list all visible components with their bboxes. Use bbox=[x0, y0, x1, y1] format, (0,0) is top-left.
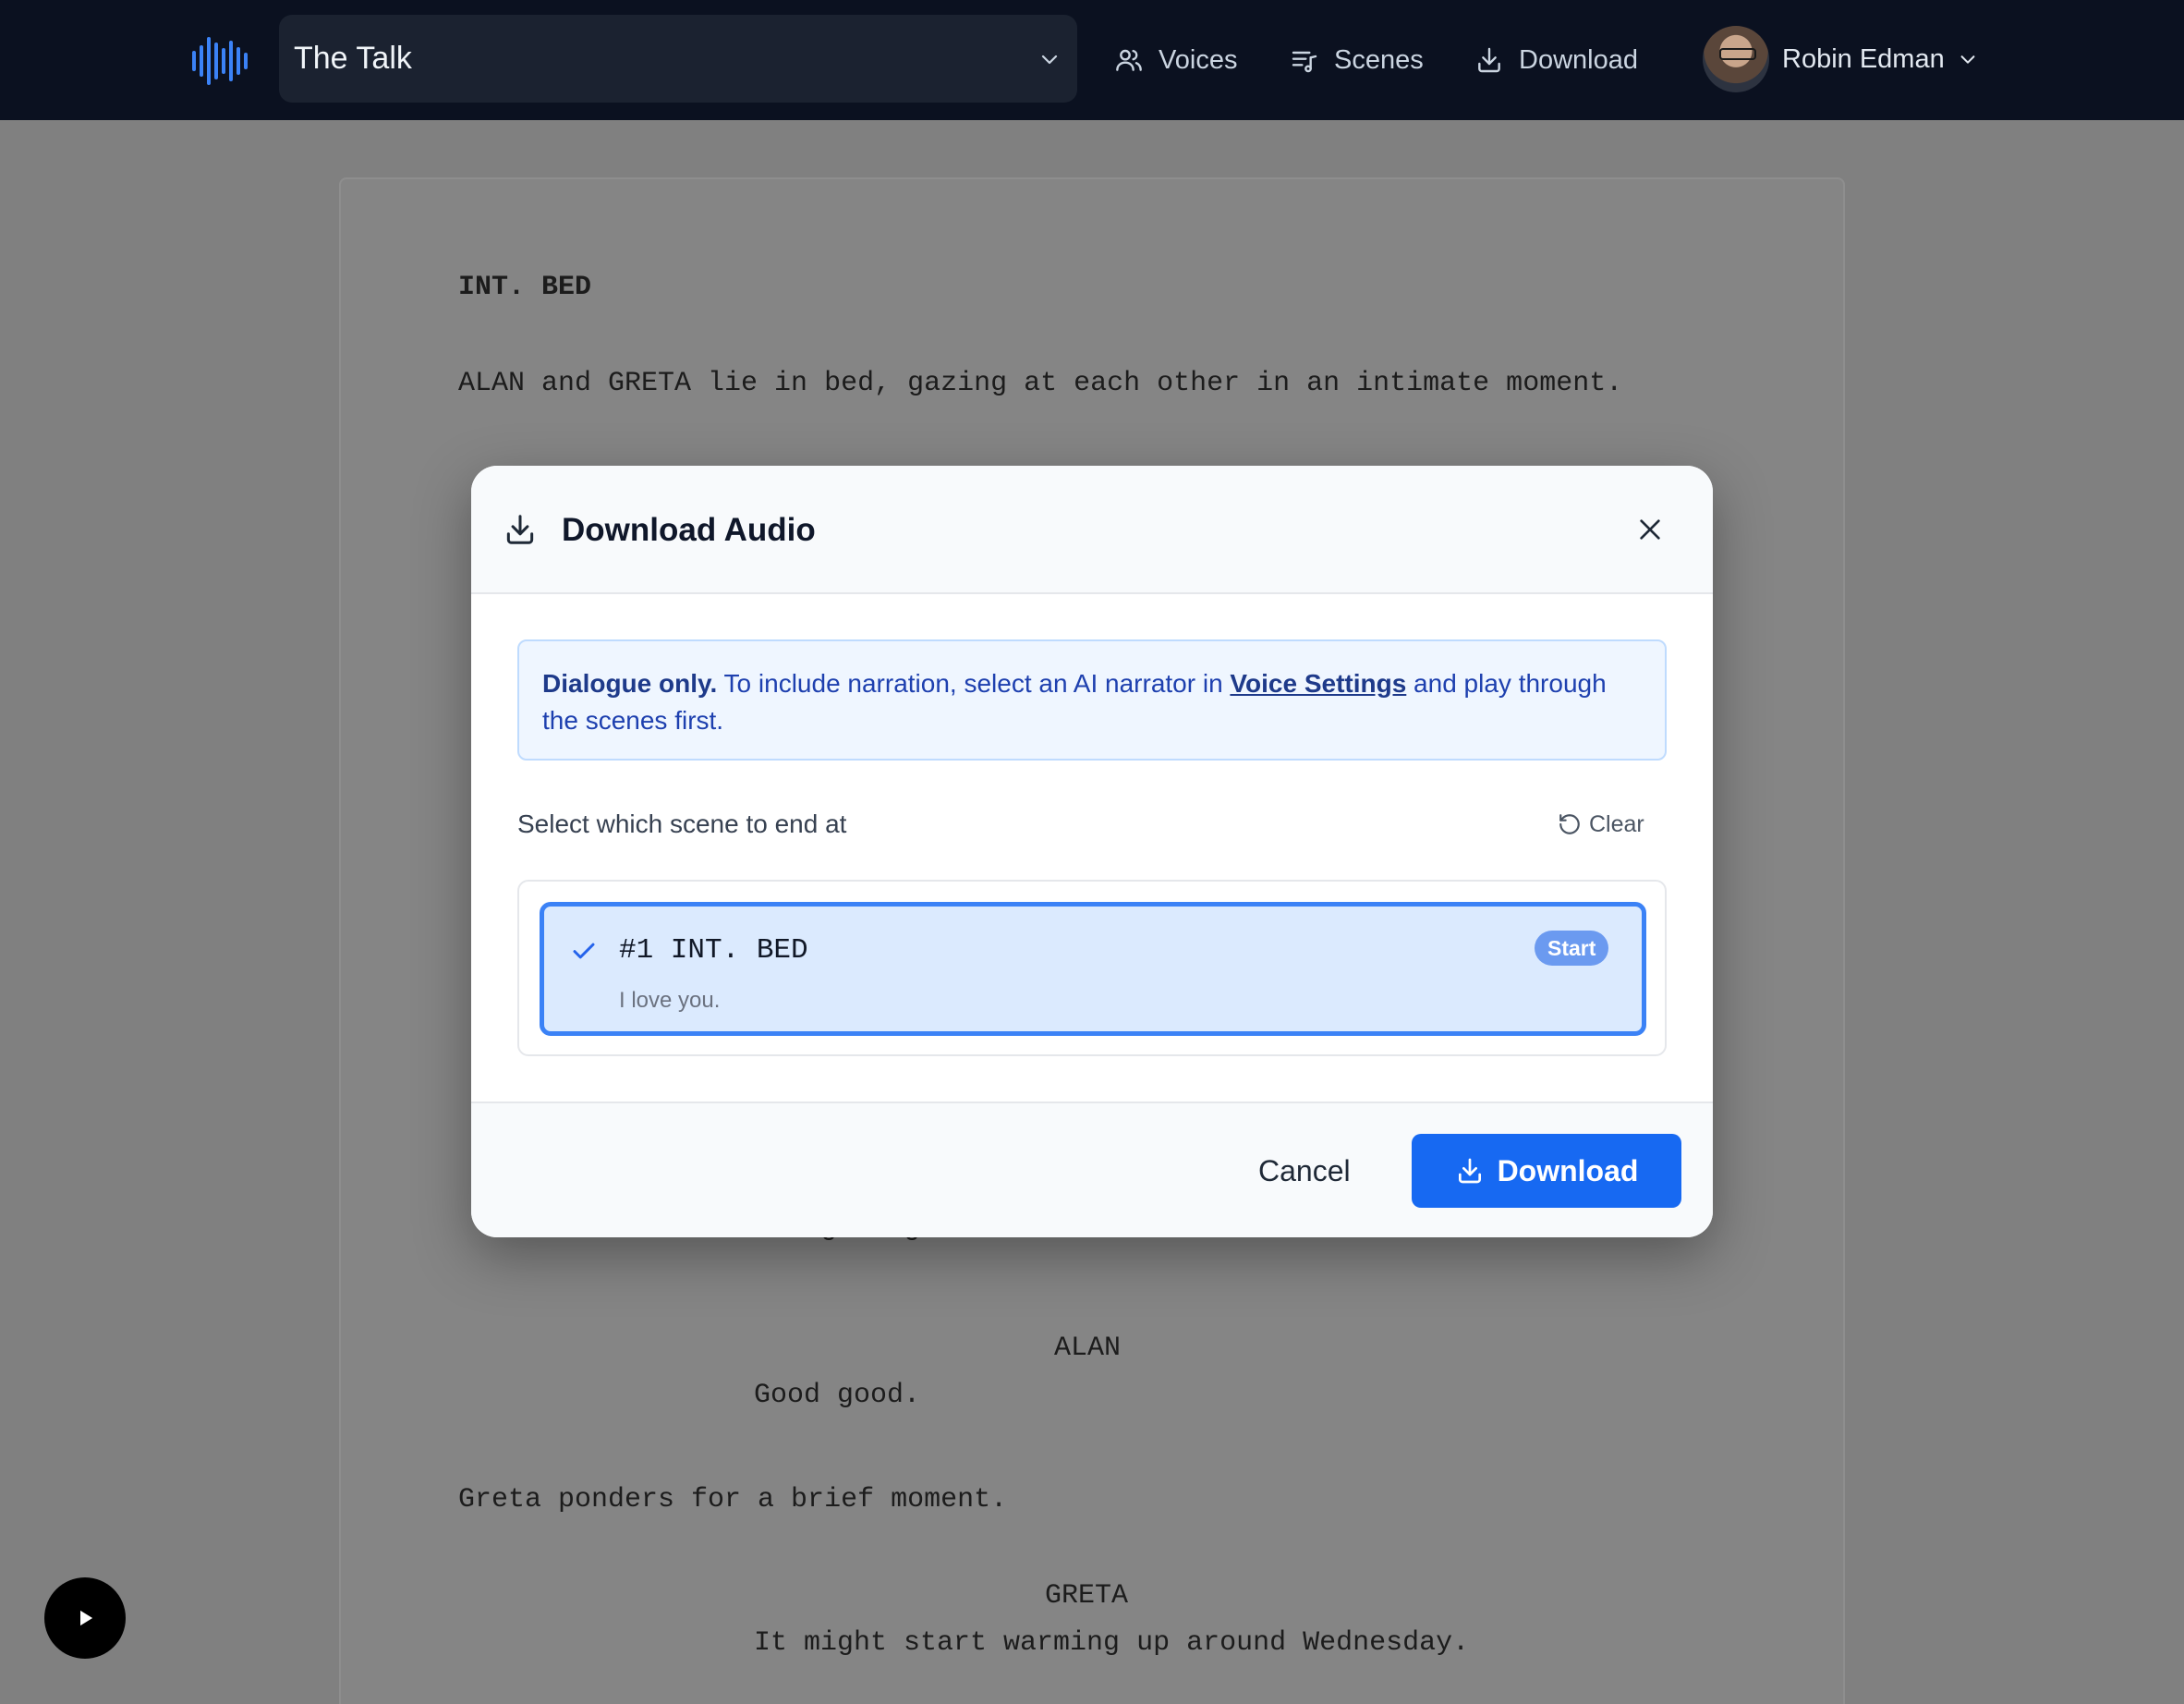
cancel-button[interactable]: Cancel bbox=[1258, 1103, 1351, 1237]
scene-option-heading: #1 INT. BED bbox=[619, 934, 808, 967]
start-badge: Start bbox=[1535, 931, 1609, 966]
scene-list: #1 INT. BED I love you. Start bbox=[517, 880, 1667, 1056]
chevron-down-icon bbox=[1960, 55, 1975, 64]
dialogue-line: It might start warming up around Wednesd… bbox=[754, 1627, 1470, 1659]
select-scene-label: Select which scene to end at bbox=[517, 809, 847, 838]
waveform-logo-icon[interactable] bbox=[192, 37, 248, 85]
play-icon bbox=[80, 1610, 93, 1626]
rotate-ccw-icon bbox=[1559, 814, 1580, 834]
scene-option-subtitle: I love you. bbox=[619, 988, 721, 1013]
chevron-down-icon bbox=[1041, 55, 1058, 65]
user-name: Robin Edman bbox=[1782, 43, 1945, 74]
download-button[interactable]: Download bbox=[1412, 1134, 1681, 1208]
download-audio-dialog: Download Audio Dialogue only. To include… bbox=[471, 466, 1713, 1237]
nav-voices-label: Voices bbox=[1159, 44, 1238, 75]
action-line: ALAN and GRETA lie in bed, gazing at eac… bbox=[458, 368, 1623, 399]
character-name: ALAN bbox=[1054, 1333, 1122, 1364]
list-music-icon bbox=[1292, 51, 1317, 73]
nav-download-label: Download bbox=[1519, 44, 1638, 75]
avatar bbox=[1703, 26, 1769, 92]
download-icon bbox=[506, 515, 534, 544]
play-button[interactable] bbox=[44, 1577, 126, 1659]
nav-download-button[interactable]: Download bbox=[1474, 0, 1638, 120]
close-icon bbox=[1640, 519, 1660, 540]
notice-text: To include narration, select an AI narra… bbox=[717, 669, 1231, 698]
dialog-footer: Cancel Download bbox=[471, 1102, 1713, 1237]
top-navigation-bar: The Talk Voices Scenes Download Robin Ed… bbox=[0, 0, 2184, 120]
close-button[interactable] bbox=[1631, 510, 1669, 549]
project-select-dropdown[interactable]: The Talk bbox=[279, 15, 1077, 103]
dialog-title: Download Audio bbox=[562, 512, 816, 548]
action-line: Greta ponders for a brief moment. bbox=[458, 1484, 1008, 1515]
dialog-header: Download Audio bbox=[471, 466, 1713, 594]
clear-button[interactable]: Clear bbox=[1558, 804, 1644, 845]
scene-option-1[interactable]: #1 INT. BED I love you. Start bbox=[540, 902, 1646, 1036]
project-title: The Talk bbox=[294, 41, 412, 76]
download-icon bbox=[1478, 47, 1500, 73]
nav-scenes-label: Scenes bbox=[1334, 44, 1424, 75]
scene-heading: INT. BED bbox=[458, 272, 592, 303]
dialogue-only-notice: Dialogue only. To include narration, sel… bbox=[517, 639, 1667, 761]
clear-label: Clear bbox=[1589, 810, 1644, 837]
nav-scenes-button[interactable]: Scenes bbox=[1290, 0, 1424, 120]
users-icon bbox=[1116, 49, 1142, 71]
download-button-label: Download bbox=[1497, 1153, 1639, 1187]
check-icon bbox=[573, 943, 595, 959]
download-icon bbox=[1458, 1158, 1481, 1184]
nav-voices-button[interactable]: Voices bbox=[1114, 0, 1237, 120]
notice-bold-text: Dialogue only. bbox=[542, 669, 718, 698]
user-menu-button[interactable]: Robin Edman bbox=[1703, 26, 1978, 92]
dialogue-line: Good good. bbox=[754, 1380, 921, 1411]
voice-settings-link[interactable]: Voice Settings bbox=[1230, 669, 1406, 698]
character-name: GRETA bbox=[1045, 1580, 1129, 1612]
